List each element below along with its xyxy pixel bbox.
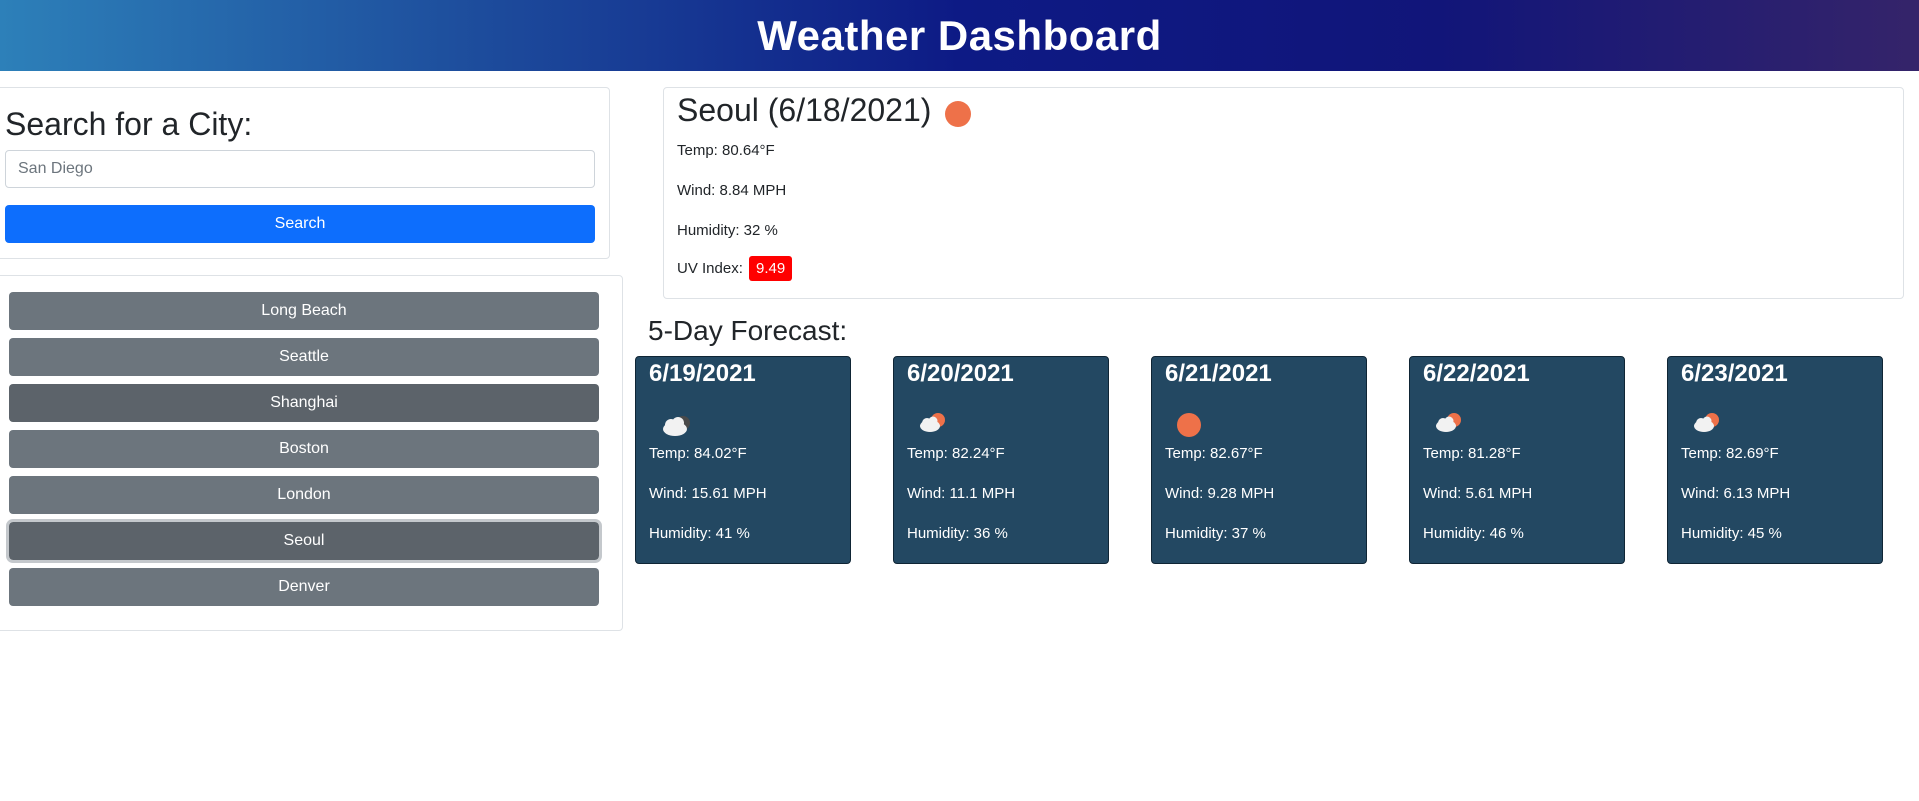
sun-icon xyxy=(945,100,972,127)
forecast-card: 6/21/2021 Temp: 82.67°F Wind: 9.28 MPH H… xyxy=(1151,356,1367,564)
search-history-panel: Long Beach Seattle Shanghai Boston Londo… xyxy=(0,275,623,631)
current-city-title: Seoul (6/18/2021) xyxy=(677,92,932,128)
forecast-wind: Wind: 15.61 MPH xyxy=(649,485,767,502)
forecast-wind: Wind: 6.13 MPH xyxy=(1681,485,1791,502)
history-item-shanghai[interactable]: Shanghai xyxy=(9,384,599,422)
forecast-date: 6/21/2021 xyxy=(1165,360,1272,387)
current-humidity: Humidity: 32 % xyxy=(677,222,778,239)
uv-badge: 9.49 xyxy=(749,256,793,281)
history-item-london[interactable]: London xyxy=(9,476,599,514)
forecast-humidity: Humidity: 46 % xyxy=(1423,525,1524,542)
forecast-temp: Temp: 82.69°F xyxy=(1681,445,1779,462)
page-title: Weather Dashboard xyxy=(757,11,1162,59)
search-panel: Search for a City: Search xyxy=(0,87,610,259)
history-item-seattle[interactable]: Seattle xyxy=(9,338,599,376)
uv-label: UV Index: xyxy=(677,260,743,277)
history-item-long-beach[interactable]: Long Beach xyxy=(9,292,599,330)
forecast-title: 5-Day Forecast: xyxy=(648,315,848,346)
history-item-boston[interactable]: Boston xyxy=(9,430,599,468)
search-title: Search for a City: xyxy=(5,106,253,142)
header: Weather Dashboard xyxy=(0,0,1919,71)
city-search-input[interactable] xyxy=(5,150,595,188)
forecast-date: 6/20/2021 xyxy=(907,360,1014,387)
sun-icon xyxy=(1177,413,1201,437)
history-item-denver[interactable]: Denver xyxy=(9,568,599,606)
forecast-temp: Temp: 82.24°F xyxy=(907,445,1005,462)
forecast-wind: Wind: 11.1 MPH xyxy=(907,485,1016,502)
forecast-temp: Temp: 81.28°F xyxy=(1423,445,1521,462)
search-button[interactable]: Search xyxy=(5,205,595,243)
partly-cloudy-icon xyxy=(1436,413,1461,432)
forecast-card: 6/22/2021 Temp: 81.28°F Wind: 5.61 MPH H… xyxy=(1409,356,1625,564)
current-city-heading: Seoul (6/18/2021) xyxy=(677,92,972,129)
current-wind: Wind: 8.84 MPH xyxy=(677,182,787,199)
current-weather-panel: Seoul (6/18/2021) Temp: 80.64°F Wind: 8.… xyxy=(663,87,1904,299)
current-uv-row: UV Index: 9.49 xyxy=(677,256,793,281)
forecast-temp: Temp: 82.67°F xyxy=(1165,445,1263,462)
forecast-date: 6/22/2021 xyxy=(1423,360,1530,387)
forecast-date: 6/19/2021 xyxy=(649,360,756,387)
partly-cloudy-icon xyxy=(920,413,945,432)
cloudy-night-icon xyxy=(663,416,690,436)
forecast-wind: Wind: 9.28 MPH xyxy=(1165,485,1275,502)
current-temp: Temp: 80.64°F xyxy=(677,142,775,159)
forecast-wind: Wind: 5.61 MPH xyxy=(1423,485,1533,502)
history-item-seoul[interactable]: Seoul xyxy=(6,519,602,563)
forecast-card: 6/20/2021 Temp: 82.24°F Wind: 11.1 MPH H… xyxy=(893,356,1109,564)
forecast-humidity: Humidity: 36 % xyxy=(907,525,1008,542)
forecast-temp: Temp: 84.02°F xyxy=(649,445,747,462)
forecast-humidity: Humidity: 41 % xyxy=(649,525,750,542)
forecast-humidity: Humidity: 45 % xyxy=(1681,525,1782,542)
forecast-card: 6/23/2021 Temp: 82.69°F Wind: 6.13 MPH H… xyxy=(1667,356,1883,564)
partly-cloudy-icon xyxy=(1694,413,1719,432)
forecast-card: 6/19/2021 Temp: 84.02°F Wind: 15.61 MPH … xyxy=(635,356,851,564)
forecast-humidity: Humidity: 37 % xyxy=(1165,525,1266,542)
forecast-date: 6/23/2021 xyxy=(1681,360,1788,387)
